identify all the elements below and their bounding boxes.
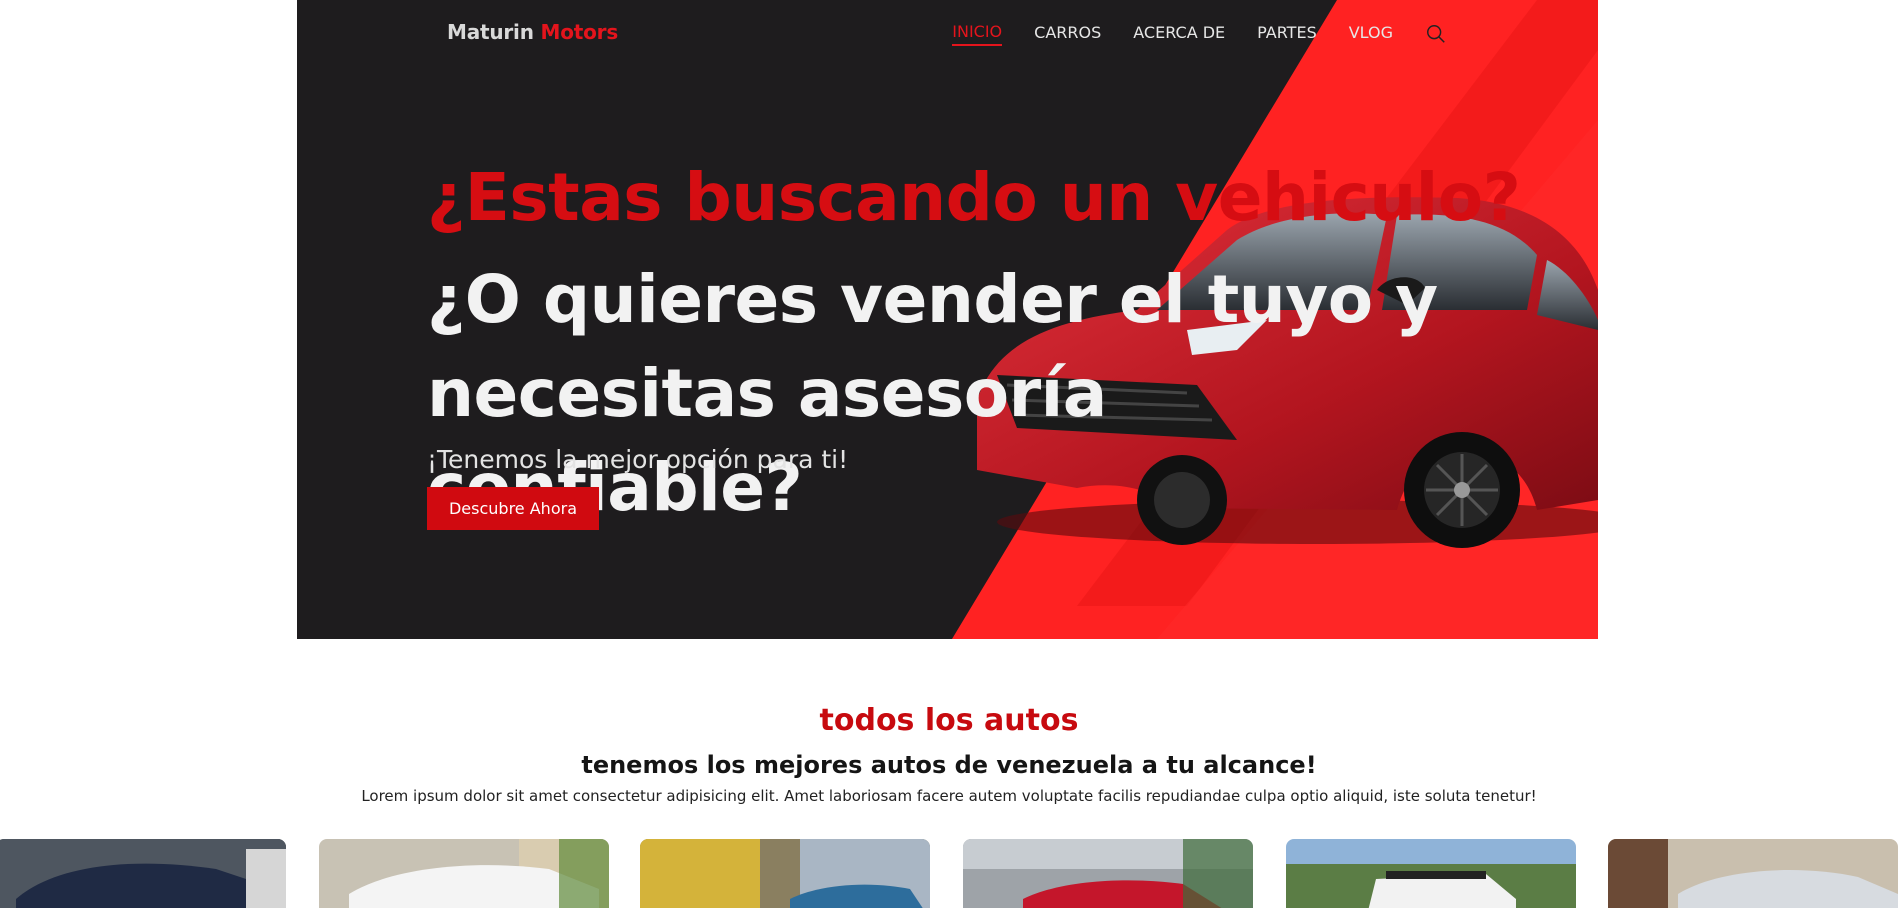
car-photo xyxy=(1608,839,1898,908)
car-card[interactable] xyxy=(1608,839,1898,908)
car-card[interactable] xyxy=(0,839,286,908)
car-card[interactable] xyxy=(963,839,1253,908)
nav-item-acerca-de[interactable]: ACERCA DE xyxy=(1133,23,1225,45)
section-description: Lorem ipsum dolor sit amet consectetur a… xyxy=(361,787,1537,805)
nav-item-carros[interactable]: CARROS xyxy=(1034,23,1101,45)
car-photo xyxy=(1286,839,1576,908)
car-card[interactable] xyxy=(319,839,609,908)
top-nav: Maturin Motors INICIO CARROS ACERCA DE P… xyxy=(447,0,1447,66)
hero-headline-line1: ¿O quieres vender el tuyo y xyxy=(427,261,1438,338)
search-icon[interactable] xyxy=(1425,23,1447,45)
car-cards-row xyxy=(0,839,1898,908)
brand-part2: Motors xyxy=(540,20,619,44)
hero-headline: ¿Estas buscando un vehiculo? xyxy=(427,159,1521,236)
car-card[interactable] xyxy=(640,839,930,908)
hero-subtitle: ¡Tenemos la mejor opción para ti! xyxy=(427,445,849,474)
nav-item-inicio[interactable]: INICIO xyxy=(952,22,1003,46)
car-photo xyxy=(0,839,286,908)
car-card[interactable] xyxy=(1286,839,1576,908)
section-subtitle: tenemos los mejores autos de venezuela a… xyxy=(581,751,1317,779)
nav-item-partes[interactable]: PARTES xyxy=(1257,23,1317,45)
brand-part1: Maturin xyxy=(447,20,534,44)
car-photo xyxy=(319,839,609,908)
nav-item-vlog[interactable]: VLOG xyxy=(1349,23,1393,45)
discover-now-button[interactable]: Descubre Ahora xyxy=(427,487,599,530)
brand-logo[interactable]: Maturin Motors xyxy=(447,20,618,44)
nav-menu: INICIO CARROS ACERCA DE PARTES VLOG xyxy=(920,22,1447,46)
car-photo xyxy=(963,839,1253,908)
hero-section: Maturin Motors INICIO CARROS ACERCA DE P… xyxy=(297,0,1598,639)
section-title: todos los autos xyxy=(819,703,1079,738)
car-photo xyxy=(640,839,930,908)
